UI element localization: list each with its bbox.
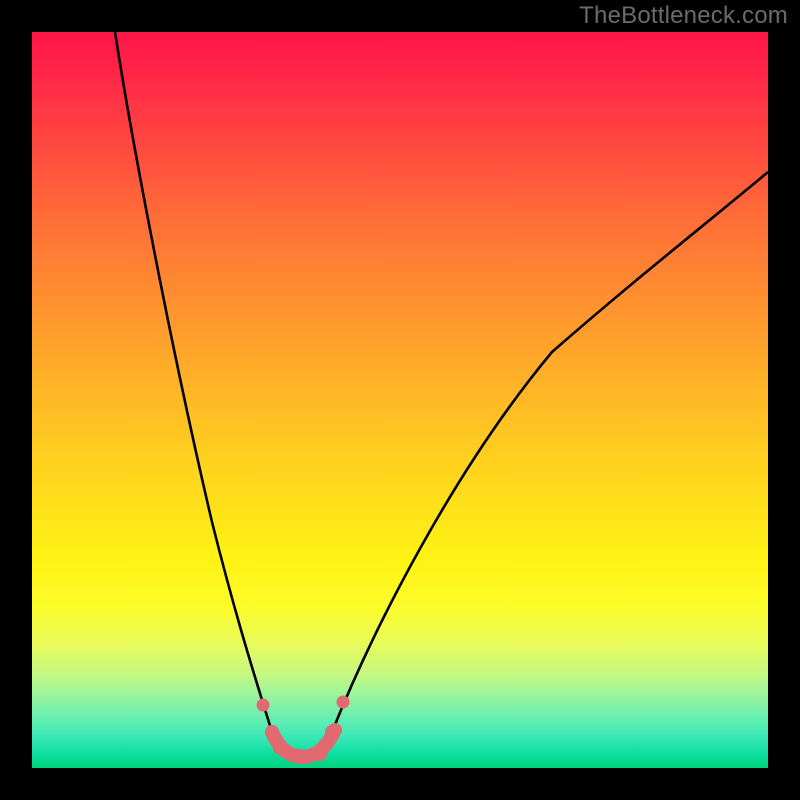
outer-frame: TheBottleneck.com: [0, 0, 800, 800]
plot-area: [32, 32, 768, 768]
marker-dot: [325, 725, 339, 739]
watermark-text: TheBottleneck.com: [579, 2, 788, 30]
marker-dot: [257, 699, 270, 712]
marker-dot: [337, 696, 350, 709]
curve-right-branch: [332, 172, 768, 732]
valley-marker-dots: [257, 696, 350, 764]
chart-svg: [32, 32, 768, 768]
marker-dot: [293, 749, 307, 763]
marker-dot: [265, 725, 279, 739]
curve-left-branch: [115, 32, 272, 732]
marker-dot: [273, 741, 287, 755]
marker-dot: [313, 747, 327, 761]
